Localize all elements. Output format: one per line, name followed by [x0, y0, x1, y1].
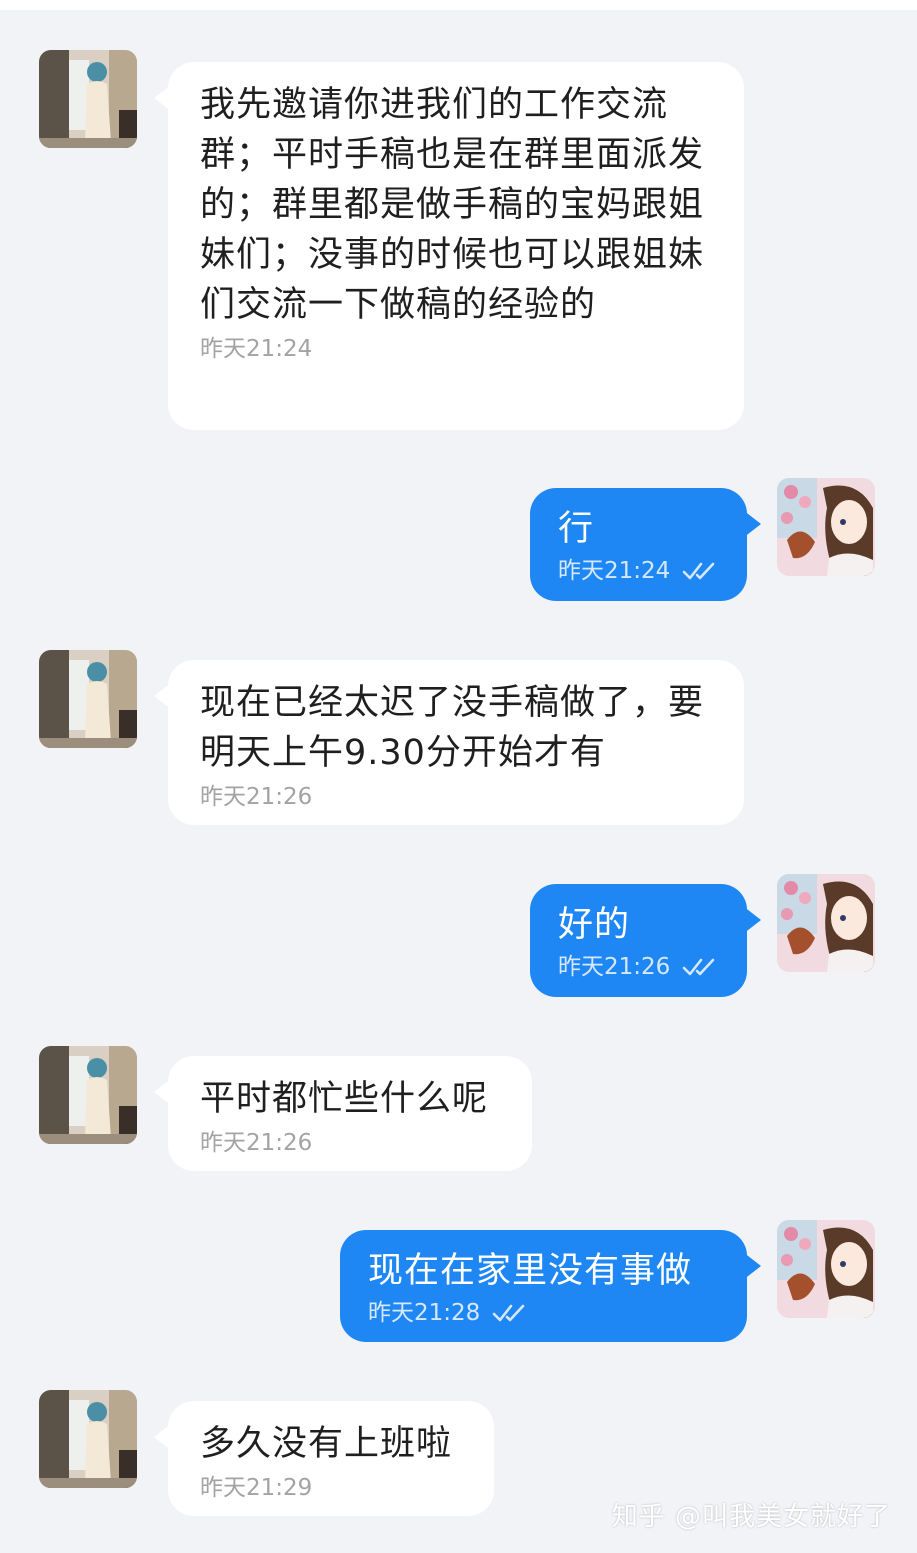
bubble-tail	[743, 906, 761, 934]
incoming-message-bubble[interactable]: 现在已经太迟了没手稿做了，要明天上午9.30分开始才有 昨天21:26	[154, 660, 744, 825]
message-time: 昨天21:26	[558, 954, 671, 980]
message-meta: 昨天21:24	[558, 556, 719, 586]
watermark: 知乎 @叫我美女就好了	[611, 1502, 891, 1532]
message-text: 现在已经太迟了没手稿做了，要明天上午9.30分开始才有	[200, 683, 705, 773]
message-time: 昨天21:26	[200, 1130, 313, 1156]
double-check-icon	[492, 1304, 525, 1322]
message-time: 昨天21:28	[368, 1300, 481, 1326]
message-text: 多久没有上班啦	[200, 1424, 453, 1464]
double-check-icon	[682, 562, 715, 580]
bubble-tail	[743, 510, 761, 538]
message-time: 昨天21:24	[558, 558, 671, 584]
bubble-tail	[154, 682, 172, 710]
contact-avatar[interactable]	[39, 1046, 137, 1144]
contact-avatar[interactable]	[39, 50, 137, 148]
incoming-message-bubble[interactable]: 我先邀请你进我们的工作交流群；平时手稿也是在群里面派发的；群里都是做手稿的宝妈跟…	[154, 62, 744, 430]
my-avatar[interactable]	[777, 874, 875, 972]
double-check-icon	[682, 958, 715, 976]
message-meta: 昨天21:28	[368, 1298, 719, 1328]
my-avatar[interactable]	[777, 478, 875, 576]
top-divider	[0, 0, 917, 10]
bubble-tail	[154, 1423, 172, 1451]
message-text: 行	[558, 509, 595, 549]
my-avatar[interactable]	[777, 1220, 875, 1318]
incoming-message-bubble[interactable]: 平时都忙些什么呢 昨天21:26	[154, 1056, 532, 1171]
message-time: 昨天21:29	[200, 1475, 313, 1501]
contact-avatar[interactable]	[39, 1390, 137, 1488]
message-time: 昨天21:26	[200, 784, 313, 810]
message-meta: 昨天21:26	[558, 952, 719, 982]
message-text: 平时都忙些什么呢	[200, 1079, 489, 1119]
bubble-tail	[154, 84, 172, 112]
contact-avatar[interactable]	[39, 650, 137, 748]
bubble-tail	[154, 1078, 172, 1106]
message-text: 我先邀请你进我们的工作交流群；平时手稿也是在群里面派发的；群里都是做手稿的宝妈跟…	[200, 85, 705, 325]
message-time: 昨天21:24	[200, 336, 313, 362]
bubble-tail	[743, 1252, 761, 1280]
incoming-message-bubble[interactable]: 多久没有上班啦 昨天21:29	[154, 1401, 494, 1516]
outgoing-message-bubble[interactable]: 行 昨天21:24	[530, 488, 761, 601]
message-text: 现在在家里没有事做	[368, 1251, 693, 1291]
outgoing-message-bubble[interactable]: 现在在家里没有事做 昨天21:28	[340, 1230, 761, 1342]
message-text: 好的	[558, 905, 631, 945]
outgoing-message-bubble[interactable]: 好的 昨天21:26	[530, 884, 761, 997]
